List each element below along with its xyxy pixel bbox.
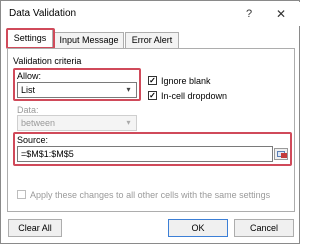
chevron-down-icon: ▾ xyxy=(126,118,131,127)
range-selector-icon[interactable] xyxy=(274,148,288,160)
in-cell-dropdown-checkbox[interactable]: ✓ xyxy=(148,91,157,100)
section-title: Validation criteria xyxy=(13,56,82,66)
ignore-blank-label: Ignore blank xyxy=(161,76,211,86)
tab-input-message[interactable]: Input Message xyxy=(54,32,124,48)
close-icon[interactable]: ✕ xyxy=(272,5,290,23)
tab-error-alert[interactable]: Error Alert xyxy=(125,32,179,48)
settings-panel: Validation criteria Allow: List ▾ ✓ Igno… xyxy=(7,48,295,212)
window-title: Data Validation xyxy=(9,8,77,19)
allow-select[interactable]: List ▾ xyxy=(17,82,137,98)
tab-settings[interactable]: Settings xyxy=(7,28,53,48)
title-bar: Data Validation ? ✕ xyxy=(2,2,300,26)
apply-all-label: Apply these changes to all other cells w… xyxy=(30,190,271,200)
apply-all-checkbox[interactable] xyxy=(17,190,26,199)
data-select[interactable]: between ▾ xyxy=(17,115,137,131)
clear-all-button[interactable]: Clear All xyxy=(8,219,62,237)
in-cell-dropdown-label: In-cell dropdown xyxy=(161,91,228,101)
allow-label: Allow: xyxy=(17,71,42,81)
allow-value: List xyxy=(21,85,36,95)
ignore-blank-checkbox[interactable]: ✓ xyxy=(148,76,157,85)
source-label: Source: xyxy=(17,135,49,145)
chevron-down-icon: ▾ xyxy=(126,85,131,94)
ok-button[interactable]: OK xyxy=(168,219,228,237)
data-value: between xyxy=(21,118,56,128)
range-arrow-shape xyxy=(281,153,287,158)
source-input[interactable]: =$M$1:$M$5 xyxy=(17,146,273,162)
source-value: =$M$1:$M$5 xyxy=(21,149,74,159)
help-icon[interactable]: ? xyxy=(240,5,258,23)
cancel-button[interactable]: Cancel xyxy=(234,219,294,237)
data-label: Data: xyxy=(17,105,39,115)
data-validation-dialog: Data Validation ? ✕ Input Message Error … xyxy=(0,0,300,244)
